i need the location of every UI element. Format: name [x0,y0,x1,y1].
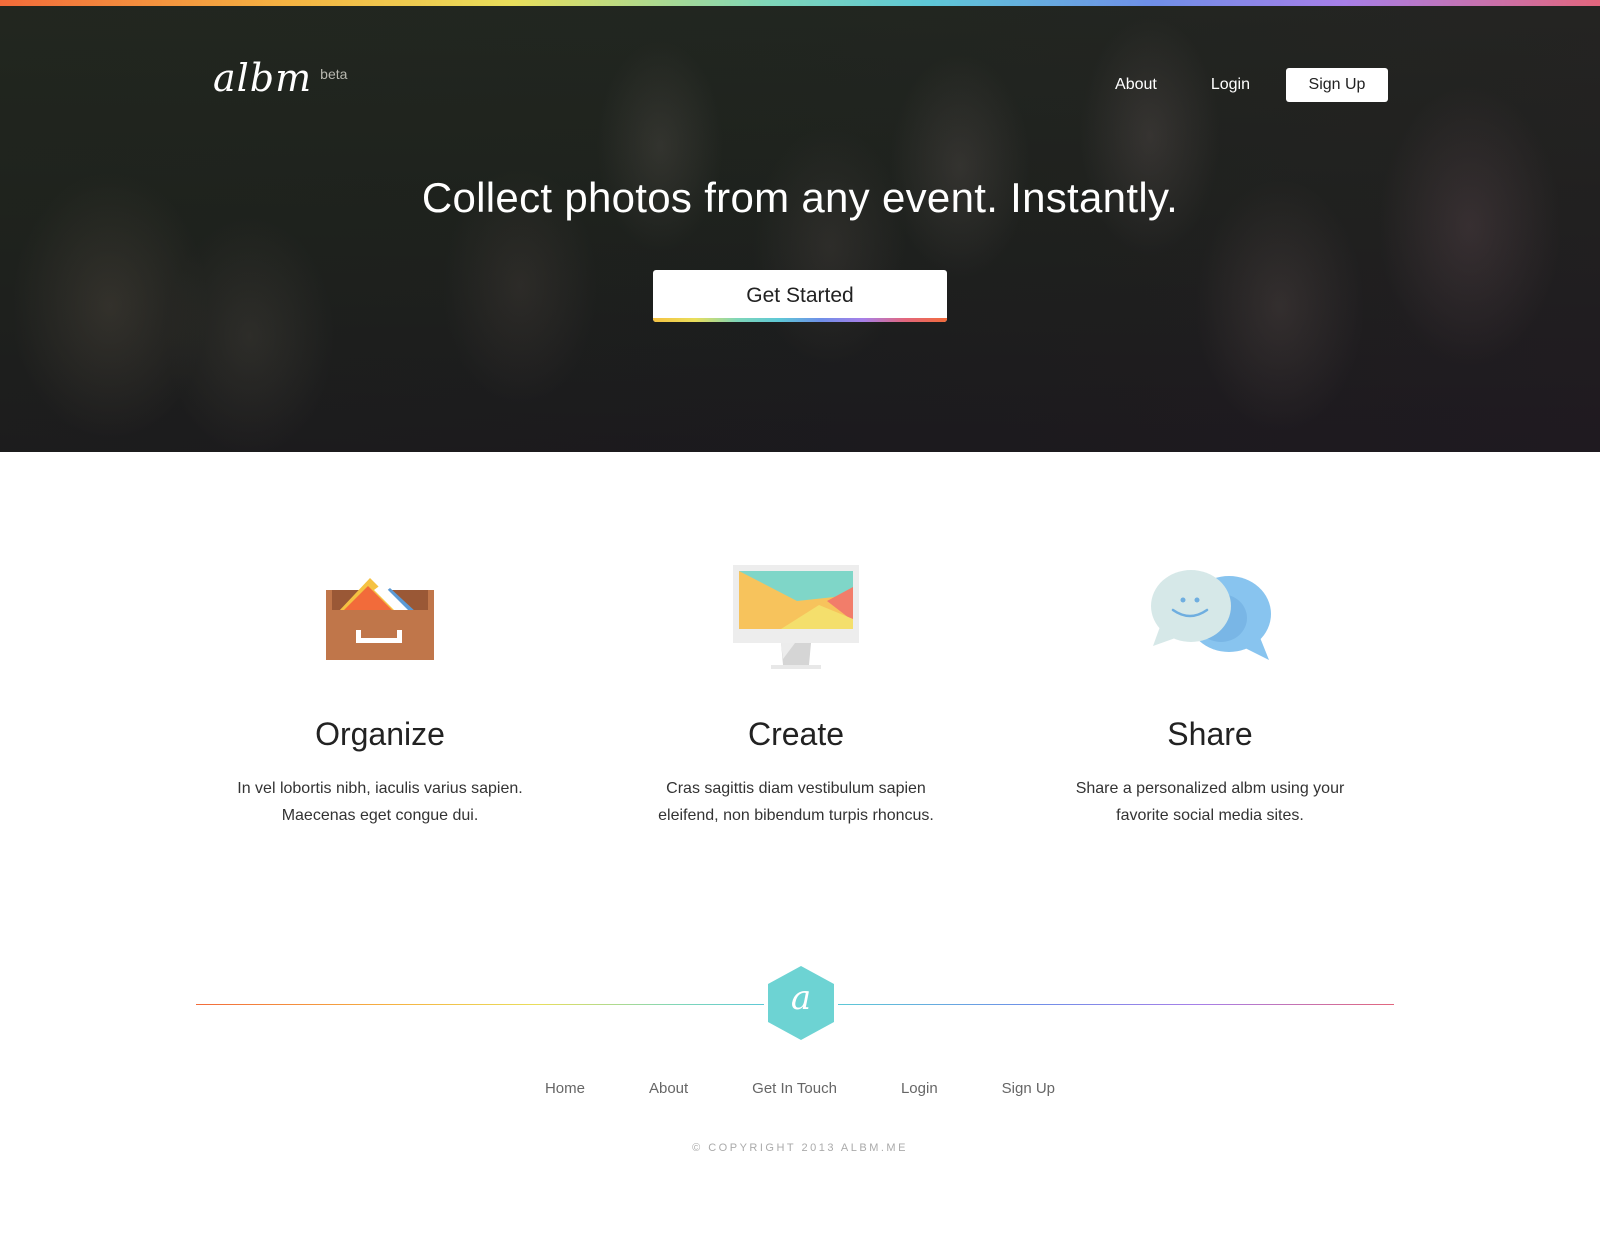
feature-description: Share a personalized albm using your favo… [1075,780,1345,824]
brand-beta-tag: beta [320,66,348,82]
nav-about-link[interactable]: About [1115,68,1157,102]
feature-organize: Organize In vel lobortis nibh, iaculis v… [200,556,560,829]
get-started-button[interactable]: Get Started [653,270,947,322]
copyright-text: © COPYRIGHT 2013 ALBM.ME [692,1142,908,1154]
footer-link-login[interactable]: Login [901,1080,938,1097]
get-started-label: Get Started [746,284,854,307]
feature-title: Organize [315,716,445,752]
top-nav: About Login Sign Up [1115,68,1388,102]
footer-link-about[interactable]: About [649,1080,688,1097]
footer-logo-letter: a [790,978,812,1018]
hero-headline: Collect photos from any event. Instantly… [421,174,1179,221]
signup-button[interactable]: Sign Up [1286,68,1388,102]
rainbow-top-bar [0,0,1600,6]
feature-share: Share Share a personalized albm using yo… [1030,556,1390,829]
nav-login-link[interactable]: Login [1211,68,1250,102]
photo-drawer-icon [326,578,434,660]
feature-description: In vel lobortis nibh, iaculis varius sap… [237,780,523,824]
hero-section: albm beta About Login Sign Up Collect ph… [0,6,1600,452]
footer-nav: Home About Get In Touch Login Sign Up [0,1080,1600,1097]
feature-description: Cras sagittis diam vestibulum sapien elei… [658,780,934,824]
feature-title: Create [747,716,845,752]
feature-title: Share [1167,716,1253,752]
monitor-icon [733,565,859,669]
footer-link-get-in-touch[interactable]: Get In Touch [752,1080,837,1097]
footer-link-signup[interactable]: Sign Up [1002,1080,1055,1097]
brand-logo[interactable]: albm beta [213,58,347,98]
footer-divider-right [838,1004,1394,1005]
footer-link-home[interactable]: Home [545,1080,585,1097]
chat-bubbles-icon [1151,570,1271,660]
footer-divider-left [196,1004,764,1005]
brand-name: albm [213,56,313,100]
cta-rainbow-stripe [653,318,947,322]
feature-create: Create Cras sagittis diam vestibulum sap… [616,556,976,829]
